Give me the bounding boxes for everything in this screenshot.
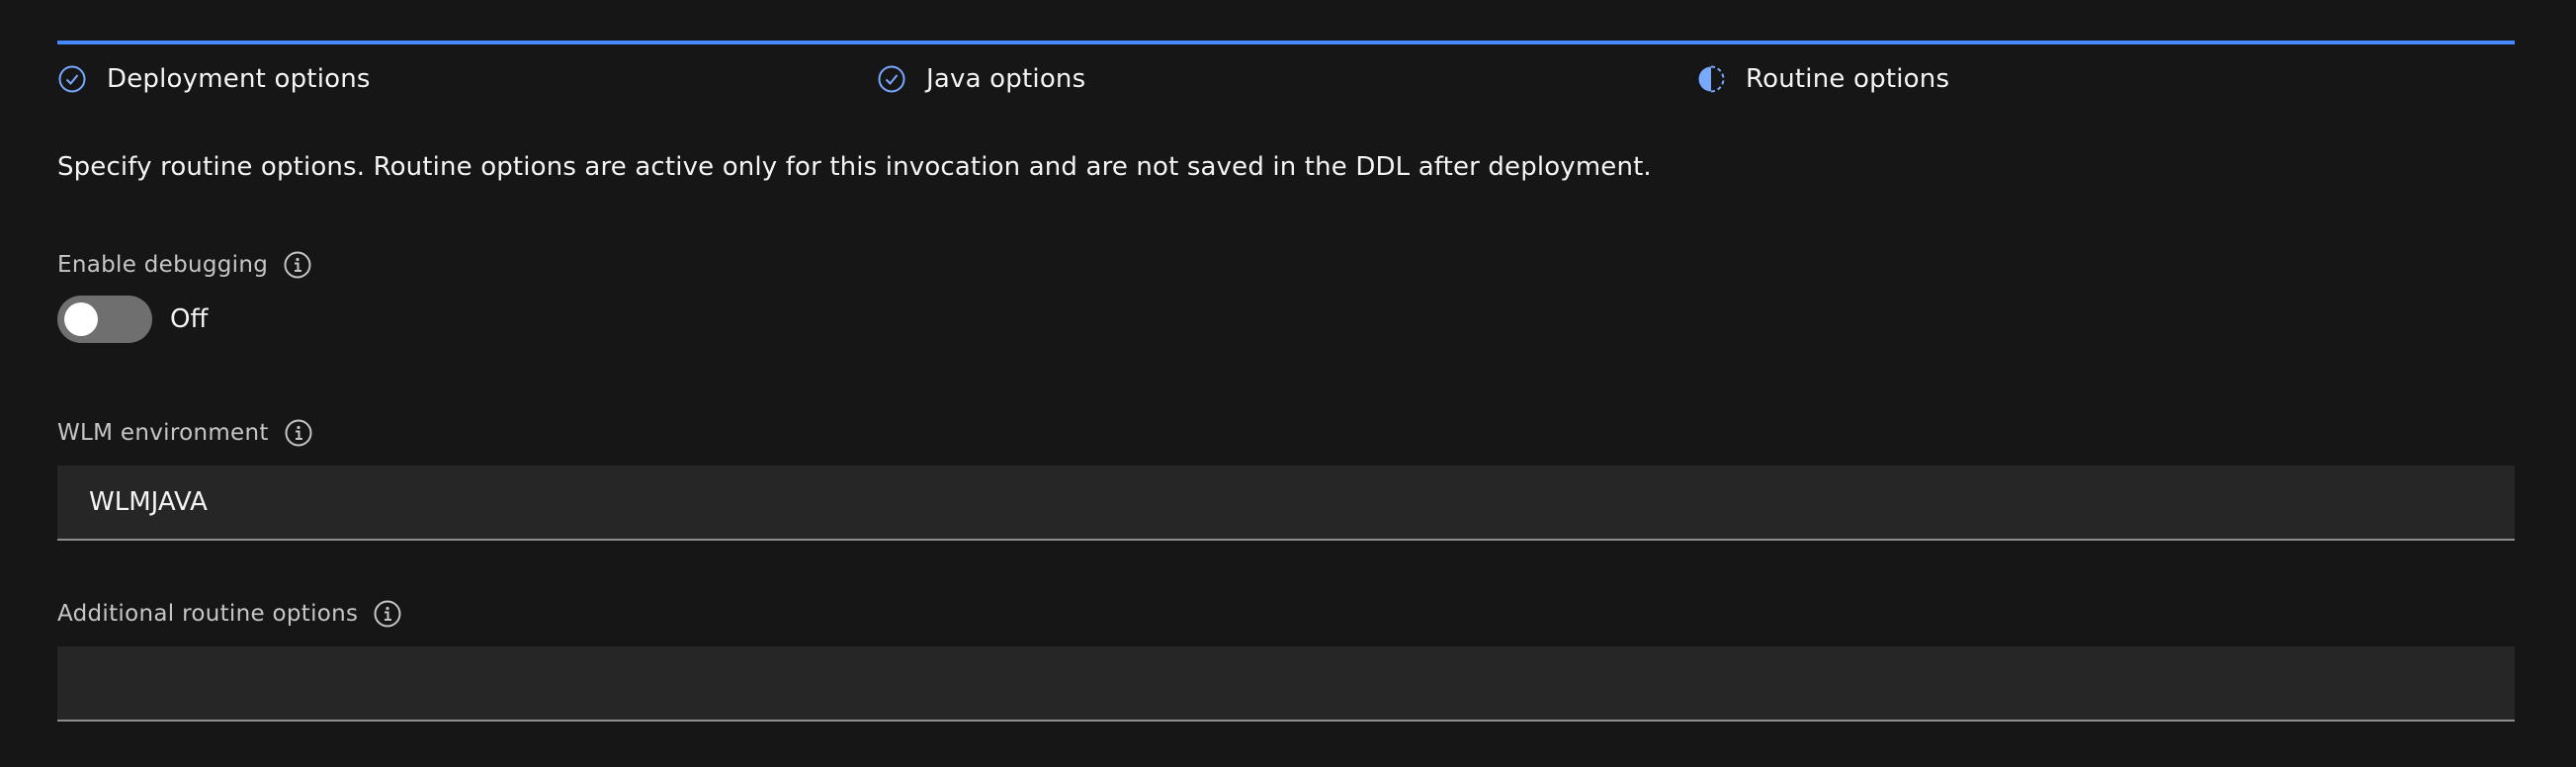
toggle-state-text: Off [170,304,209,334]
progress-indicator: Deployment options Java options Routine … [57,41,2515,100]
information-icon[interactable] [372,598,403,630]
information-icon[interactable] [283,417,314,449]
step-label: Java options [926,64,1086,94]
progress-track [57,41,2515,44]
enable-debugging-label: Enable debugging [57,252,269,278]
wlm-environment-input[interactable] [57,466,2515,541]
routine-options-page: Deployment options Java options Routine … [0,0,2576,767]
progress-step-deployment-options[interactable]: Deployment options [57,60,371,98]
checkmark-outline-icon [877,64,906,94]
additional-routine-options-label: Additional routine options [57,601,359,627]
enable-debugging-toggle[interactable] [57,296,152,343]
information-icon[interactable] [282,249,313,281]
additional-routine-options-input[interactable] [57,646,2515,722]
step-label: Deployment options [107,64,371,94]
checkmark-outline-icon [57,64,87,94]
form-description: Specify routine options. Routine options… [57,152,1652,182]
progress-step-routine-options[interactable]: Routine options [1696,60,1949,98]
enable-debugging-toggle-row: Off [57,296,208,343]
additional-routine-options-label-row: Additional routine options [57,598,403,630]
incomplete-icon [1696,64,1726,94]
progress-step-java-options[interactable]: Java options [877,60,1085,98]
wlm-environment-label: WLM environment [57,420,269,446]
step-label: Routine options [1746,64,1950,94]
toggle-knob [64,302,98,336]
wlm-environment-label-row: WLM environment [57,417,314,449]
enable-debugging-label-row: Enable debugging [57,249,313,281]
